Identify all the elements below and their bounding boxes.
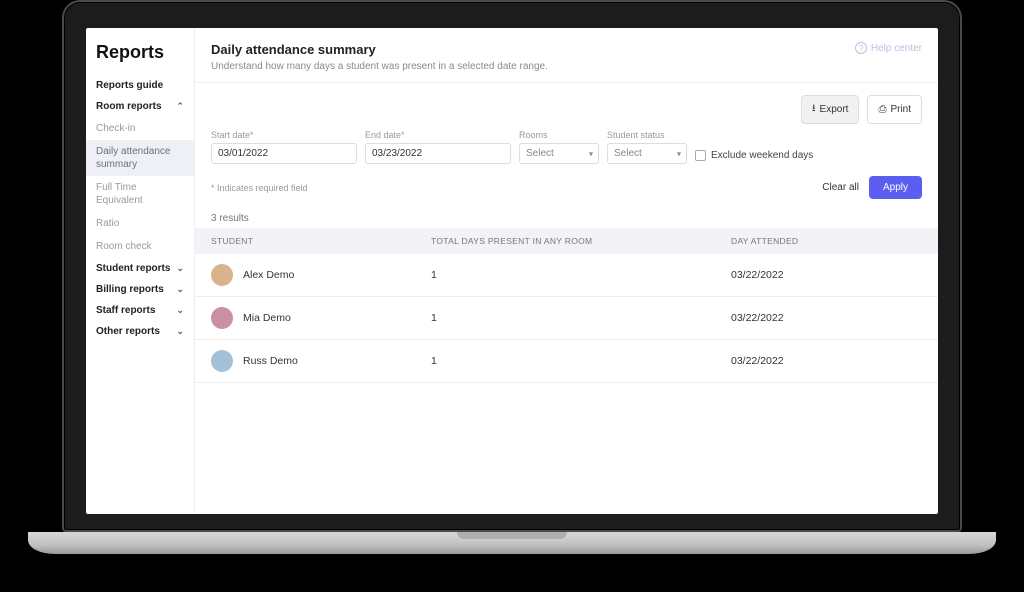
cell-days: 1 — [431, 312, 731, 324]
filter-bar: Start date* End date* Rooms Select Stude… — [195, 124, 938, 172]
nav-staff-reports[interactable]: Staff reports ⌄ — [86, 300, 194, 321]
chevron-down-icon: ⌄ — [176, 326, 184, 337]
col-header-days: TOTAL DAYS PRESENT IN ANY ROOM — [431, 236, 731, 246]
nav-reports-guide[interactable]: Reports guide — [86, 75, 194, 96]
nav-label: Billing reports — [96, 284, 164, 295]
rooms-select[interactable]: Select — [519, 143, 599, 164]
start-date-label: Start date* — [211, 130, 357, 140]
nav-room-reports[interactable]: Room reports ⌃ — [86, 96, 194, 117]
help-icon: ? — [855, 42, 867, 54]
chevron-up-icon: ⌃ — [176, 101, 184, 112]
chevron-down-icon: ⌄ — [176, 284, 184, 295]
nav-label: Student reports — [96, 263, 170, 274]
status-select[interactable]: Select — [607, 143, 687, 164]
nav-sub-room-check[interactable]: Room check — [86, 235, 194, 258]
nav-label: Reports guide — [96, 80, 163, 91]
print-label: Print — [890, 104, 911, 115]
end-date-field: End date* — [365, 130, 511, 164]
app-screen: Reports Reports guide Room reports ⌃ Che… — [86, 28, 938, 514]
export-button[interactable]: ⭳ Export — [801, 95, 859, 124]
page-description: Understand how many days a student was p… — [211, 61, 922, 72]
action-right: Clear all Apply — [822, 176, 922, 199]
export-label: Export — [820, 104, 849, 115]
main-content: Daily attendance summary Understand how … — [194, 28, 938, 514]
rooms-label: Rooms — [519, 130, 599, 140]
nav-label: Other reports — [96, 326, 160, 337]
table-header-row: STUDENT TOTAL DAYS PRESENT IN ANY ROOM D… — [195, 228, 938, 254]
clear-all-button[interactable]: Clear all — [822, 182, 859, 193]
cell-days: 1 — [431, 355, 731, 367]
nav-label: Staff reports — [96, 305, 155, 316]
student-name: Mia Demo — [243, 312, 291, 324]
results-count: 3 results — [195, 207, 938, 228]
start-date-field: Start date* — [211, 130, 357, 164]
help-center-link[interactable]: ? Help center — [855, 42, 922, 54]
nav-sub-daily-attendance[interactable]: Daily attendance summary — [86, 140, 194, 176]
chevron-down-icon: ⌄ — [176, 263, 184, 274]
exclude-label: Exclude weekend days — [711, 150, 813, 161]
nav-billing-reports[interactable]: Billing reports ⌄ — [86, 279, 194, 300]
table-row[interactable]: Alex Demo 103/22/2022 — [195, 254, 938, 297]
sidebar: Reports Reports guide Room reports ⌃ Che… — [86, 28, 194, 514]
col-header-date: DAY ATTENDED — [731, 236, 922, 246]
cell-date: 03/22/2022 — [731, 269, 922, 281]
status-label: Student status — [607, 130, 687, 140]
col-header-student: STUDENT — [211, 236, 431, 246]
print-button[interactable]: ⎙ Print — [867, 95, 922, 124]
required-note: * Indicates required field — [211, 183, 308, 193]
table-row[interactable]: Mia Demo 103/22/2022 — [195, 297, 938, 340]
laptop-frame: Reports Reports guide Room reports ⌃ Che… — [62, 0, 962, 554]
cell-date: 03/22/2022 — [731, 355, 922, 367]
rooms-field: Rooms Select — [519, 130, 599, 164]
laptop-base — [28, 532, 996, 554]
avatar — [211, 307, 233, 329]
screen-bezel: Reports Reports guide Room reports ⌃ Che… — [62, 0, 962, 532]
nav-sub-checkin[interactable]: Check-in — [86, 117, 194, 140]
nav-sub-ratio[interactable]: Ratio — [86, 212, 194, 235]
nav-other-reports[interactable]: Other reports ⌄ — [86, 321, 194, 342]
chevron-down-icon: ⌄ — [176, 305, 184, 316]
toolbar: ⭳ Export ⎙ Print — [195, 83, 938, 124]
nav-student-reports[interactable]: Student reports ⌄ — [86, 258, 194, 279]
page-title: Daily attendance summary — [211, 42, 922, 57]
cell-days: 1 — [431, 269, 731, 281]
nav-label: Room reports — [96, 101, 162, 112]
student-name: Russ Demo — [243, 355, 298, 367]
avatar — [211, 350, 233, 372]
table-body: Alex Demo103/22/2022Mia Demo103/22/2022R… — [195, 254, 938, 383]
page-header: Daily attendance summary Understand how … — [195, 28, 938, 83]
print-icon: ⎙ — [878, 104, 886, 115]
exclude-weekend-checkbox[interactable]: Exclude weekend days — [695, 150, 813, 164]
apply-button[interactable]: Apply — [869, 176, 922, 199]
student-name: Alex Demo — [243, 269, 294, 281]
brand-title: Reports — [86, 42, 194, 75]
cell-date: 03/22/2022 — [731, 312, 922, 324]
end-date-label: End date* — [365, 130, 511, 140]
download-icon: ⭳ — [812, 101, 816, 118]
avatar — [211, 264, 233, 286]
help-label: Help center — [871, 43, 922, 54]
checkbox-icon — [695, 150, 706, 161]
status-field: Student status Select — [607, 130, 687, 164]
start-date-input[interactable] — [211, 143, 357, 164]
nav-sub-fte[interactable]: Full Time Equivalent — [86, 176, 194, 212]
end-date-input[interactable] — [365, 143, 511, 164]
table-row[interactable]: Russ Demo 103/22/2022 — [195, 340, 938, 383]
filter-actions: * Indicates required field Clear all App… — [195, 172, 938, 207]
